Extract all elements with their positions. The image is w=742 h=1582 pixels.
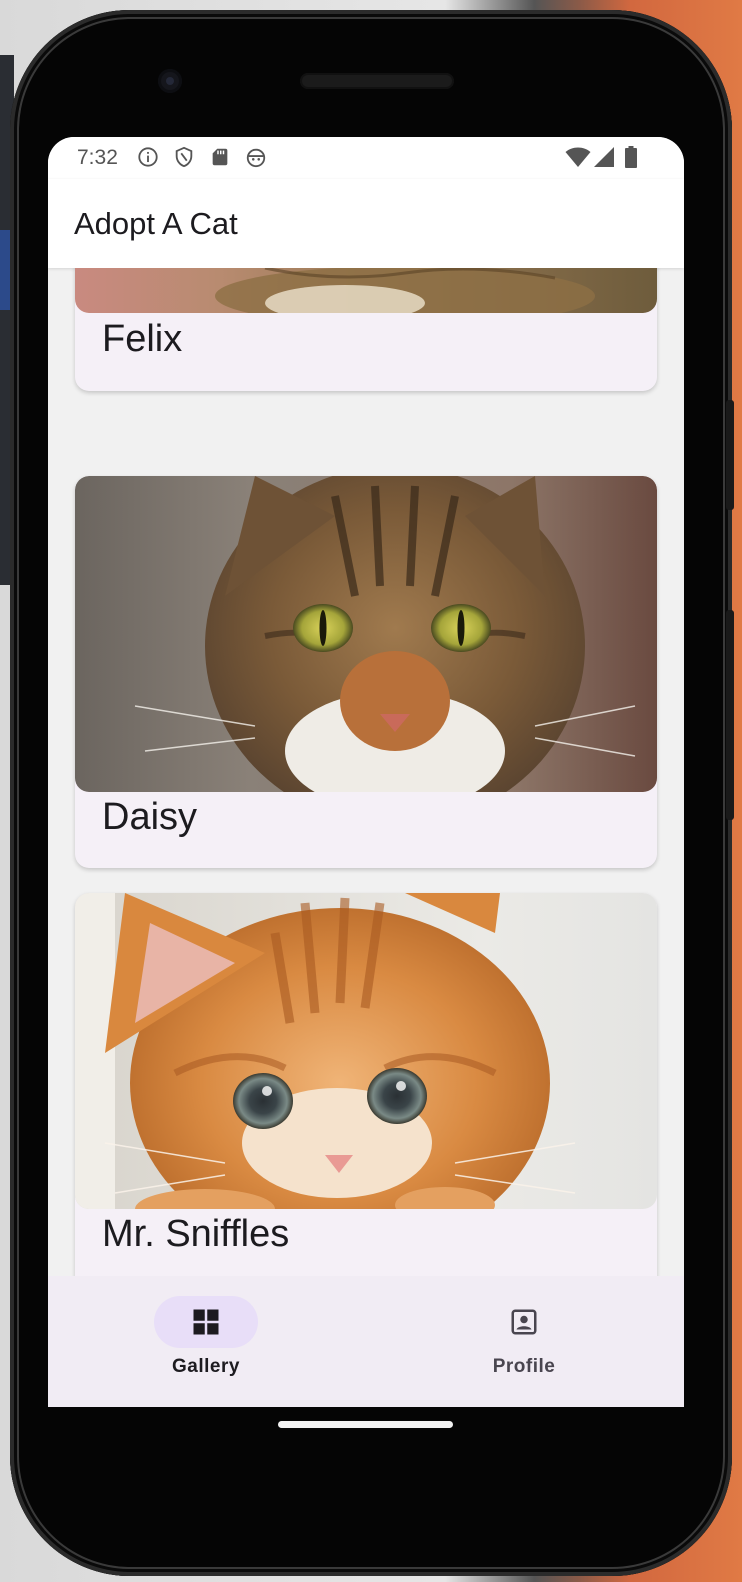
- sd-card-icon: [212, 148, 228, 166]
- gesture-home-bar[interactable]: [278, 1421, 453, 1428]
- cell-signal-icon: [594, 147, 614, 167]
- nav-item-profile[interactable]: Profile: [454, 1296, 594, 1386]
- earpiece-speaker: [300, 73, 454, 89]
- status-bar: 7:32: [48, 137, 684, 179]
- power-button: [726, 400, 734, 510]
- battery-icon: [625, 146, 637, 168]
- cat-card-mr-sniffles[interactable]: Mr. Sniffles: [75, 893, 657, 1276]
- top-app-bar: Adopt A Cat: [48, 179, 684, 268]
- status-time: 7:32: [77, 146, 118, 169]
- front-camera: [158, 69, 182, 93]
- tabby-cat-photo: [75, 268, 657, 313]
- cat-name: Felix: [102, 318, 183, 360]
- portrait-icon: [511, 1309, 537, 1335]
- wifi-icon: [565, 147, 591, 167]
- volume-buttons: [726, 610, 734, 820]
- nav-item-gallery[interactable]: Gallery: [136, 1296, 276, 1386]
- nav-label: Profile: [492, 1356, 556, 1377]
- bottom-navigation-bar: Gallery Profile: [48, 1276, 684, 1407]
- app-screen: 7:32 Adopt A Cat Felix Daisy Mr. Sniffle…: [48, 137, 684, 1407]
- cat-card-felix[interactable]: Felix: [75, 268, 657, 391]
- android-face-icon: [246, 148, 266, 168]
- nav-label: Gallery: [172, 1356, 240, 1377]
- grid-view-icon: [193, 1309, 219, 1335]
- tabby-cat-green-eyes-photo: [75, 476, 657, 792]
- cat-gallery-list[interactable]: Felix Daisy Mr. Sniffles: [48, 268, 684, 1276]
- cat-name: Mr. Sniffles: [102, 1213, 290, 1255]
- shield-icon: [175, 146, 193, 168]
- background-window-accent: [0, 230, 10, 310]
- cat-name: Daisy: [102, 796, 198, 838]
- page-title: Adopt A Cat: [74, 206, 238, 241]
- orange-kitten-photo: [75, 893, 657, 1209]
- info-icon: [138, 147, 158, 167]
- cat-card-daisy[interactable]: Daisy: [75, 476, 657, 868]
